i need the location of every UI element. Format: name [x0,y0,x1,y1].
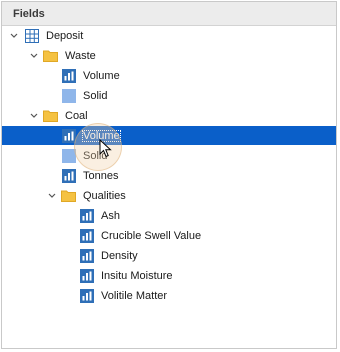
tree-node-insitu-moisture[interactable]: Insitu Moisture [2,266,336,285]
tree-label: Coal [65,109,88,122]
tree-label: Density [101,249,138,262]
tree-node-coal-volume[interactable]: Volume [2,126,336,145]
tree-node-ash[interactable]: Ash [2,206,336,225]
folder-icon [43,49,58,63]
tree-node-coal[interactable]: Coal [2,106,336,125]
tree-node-coal-solid[interactable]: Solid [2,146,336,165]
chevron-down-icon[interactable] [47,191,57,201]
tree-node-qualities[interactable]: Qualities [2,186,336,205]
tree-node-waste-solid[interactable]: Solid [2,86,336,105]
tree-label: Volume [83,69,120,82]
tree-node-waste[interactable]: Waste [2,46,336,65]
field-icon [80,289,94,303]
grid-table-icon [25,29,39,43]
field-icon [62,169,76,183]
drag-highlight [74,123,122,171]
fields-panel: Fields Deposit Waste Volume Solid Coal V… [1,1,337,349]
tree-label: Tonnes [83,169,119,182]
field-icon [80,209,94,223]
folder-icon [43,109,58,123]
folder-icon [61,189,76,203]
tree-label: Insitu Moisture [101,269,173,282]
mouse-pointer-icon [99,138,113,162]
field-icon [80,229,94,243]
tree-node-volitile-matter[interactable]: Volitile Matter [2,286,336,305]
chevron-down-icon[interactable] [29,111,39,121]
tree-label: Deposit [46,29,84,42]
field-icon [80,249,94,263]
field-icon [80,269,94,283]
tree-node-waste-volume[interactable]: Volume [2,66,336,85]
chevron-down-icon[interactable] [9,31,19,41]
tree-label: Solid [83,89,108,102]
tree-node-coal-tonnes[interactable]: Tonnes [2,166,336,185]
tree-node-deposit[interactable]: Deposit [2,26,336,45]
chevron-down-icon[interactable] [29,51,39,61]
tree-node-density[interactable]: Density [2,246,336,265]
panel-header: Fields [2,2,336,26]
tree-label: Crucible Swell Value [101,229,202,242]
tree-label: Waste [65,49,96,62]
field-icon [62,69,76,83]
tree-node-crucible-swell[interactable]: Crucible Swell Value [2,226,336,245]
tree-label: Ash [101,209,120,222]
panel-title: Fields [13,7,45,20]
tree-label: Qualities [83,189,126,202]
tree-label: Volitile Matter [101,289,168,302]
solid-icon [62,89,76,103]
